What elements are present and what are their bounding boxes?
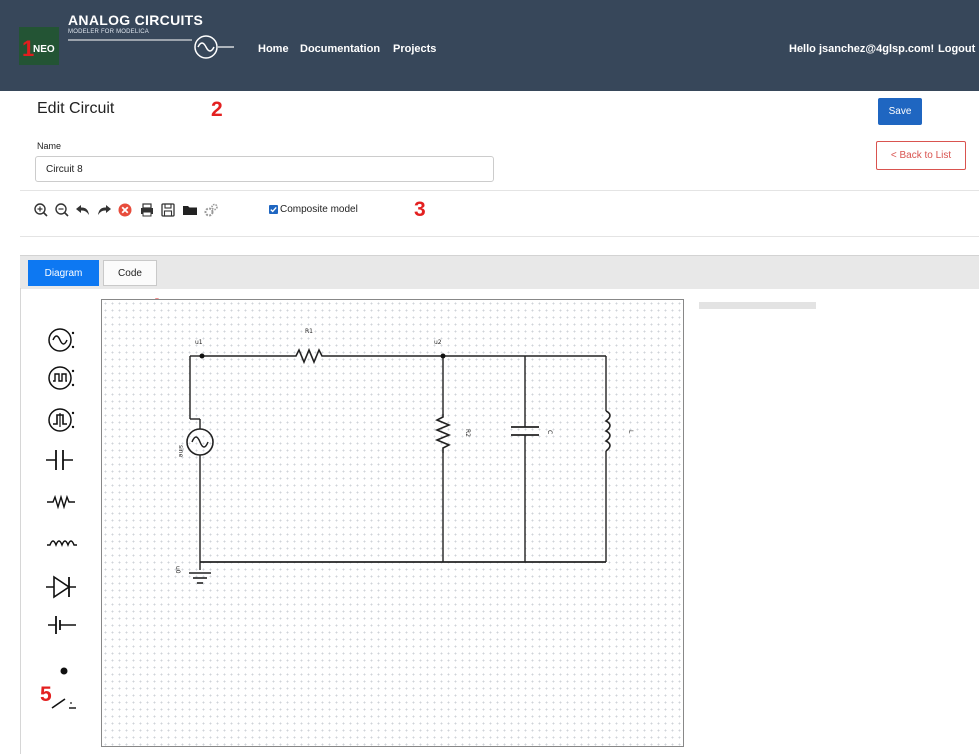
tab-code[interactable]: Code <box>103 260 157 286</box>
step-voltage-source-icon[interactable] <box>40 401 88 439</box>
pulse-voltage-source-icon[interactable] <box>40 359 88 397</box>
resistor-r1-symbol <box>289 347 329 365</box>
node-u2-label: u2 <box>434 339 442 346</box>
zoom-in-icon[interactable] <box>33 202 49 218</box>
tab-strip <box>20 255 979 289</box>
annotation-5: 5 <box>40 683 52 706</box>
brand-title: ANALOG CIRCUITS <box>68 12 204 28</box>
sine-voltage-source-icon[interactable] <box>40 321 88 359</box>
resistor-r2-symbol <box>434 414 452 453</box>
logo-text: NEO <box>33 44 55 55</box>
tab-diagram[interactable]: Diagram <box>28 260 99 286</box>
panel-border <box>20 288 21 754</box>
resistor-r2-label: R2 <box>464 429 471 437</box>
nav-documentation[interactable]: Documentation <box>300 43 380 55</box>
print-icon[interactable] <box>139 202 155 218</box>
page-title: Edit Circuit <box>37 100 115 117</box>
nav-home[interactable]: Home <box>258 43 289 55</box>
node-u2-dot <box>440 353 446 359</box>
user-greeting: Hello jsanchez@4glsp.com! <box>789 43 935 55</box>
save-button[interactable]: Save <box>878 98 922 125</box>
name-input[interactable] <box>35 156 494 182</box>
node-u1-dot <box>199 353 205 359</box>
annotation-2: 2 <box>211 98 223 121</box>
zoom-out-icon[interactable] <box>54 202 70 218</box>
resistor-r1-label: R1 <box>305 328 313 335</box>
sine-wave-logo-icon <box>68 35 234 59</box>
ground-label: u0 <box>174 566 181 574</box>
node-u1-label: u1 <box>195 339 203 346</box>
diode-icon[interactable] <box>40 568 88 606</box>
composite-model-label: Composite model <box>280 204 358 215</box>
settings-icon[interactable] <box>203 202 219 218</box>
undo-icon[interactable] <box>75 202 91 218</box>
inductor-icon[interactable] <box>40 524 88 562</box>
composite-model-checkbox[interactable] <box>269 205 278 214</box>
inductor-l-label: L <box>627 430 634 434</box>
canvas-scroll-indicator[interactable] <box>699 302 816 309</box>
redo-icon[interactable] <box>96 202 112 218</box>
logout-link[interactable]: Logout <box>938 43 975 55</box>
save-icon[interactable] <box>160 202 176 218</box>
neo-logo[interactable]: 1 NEO <box>19 27 59 65</box>
capacitor-icon[interactable] <box>40 441 88 479</box>
inductor-l-symbol <box>604 410 611 452</box>
capacitor-c-label: C <box>546 430 553 434</box>
circuit-diagram: u1 R1 u2 sine R2 C L u0 <box>174 328 634 584</box>
source-label: sine <box>177 445 184 458</box>
back-to-list-button[interactable]: < Back to List <box>876 141 966 170</box>
name-label: Name <box>37 141 62 151</box>
composite-model-toggle[interactable]: Composite model <box>269 204 358 215</box>
delete-icon[interactable] <box>117 202 133 218</box>
annotation-3: 3 <box>414 198 426 221</box>
open-folder-icon[interactable] <box>182 202 198 218</box>
resistor-icon[interactable] <box>40 485 88 523</box>
nav-projects[interactable]: Projects <box>393 43 436 55</box>
dc-voltage-source-icon[interactable] <box>40 606 88 644</box>
